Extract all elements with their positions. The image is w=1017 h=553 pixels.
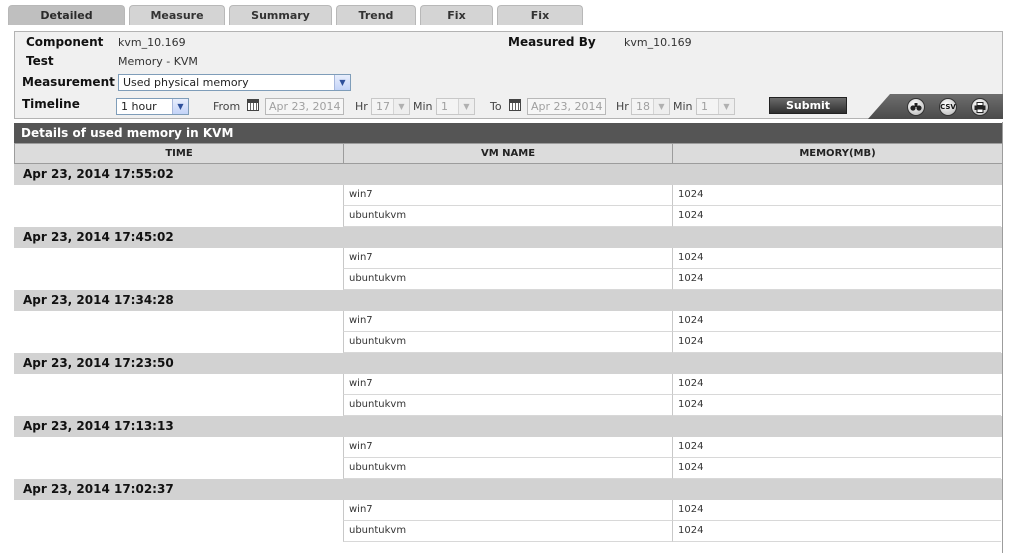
vm-name-cell: win7 bbox=[343, 248, 672, 269]
to-hr-select[interactable]: 18 ▼ bbox=[631, 98, 670, 115]
binoculars-icon[interactable] bbox=[907, 98, 925, 116]
memory-cell: 1024 bbox=[672, 206, 1001, 227]
chevron-down-icon: ▼ bbox=[172, 99, 188, 114]
vm-name-cell: win7 bbox=[343, 374, 672, 395]
tab-summary-graph[interactable]: Summary Graph bbox=[229, 5, 332, 42]
tab-trend-graph[interactable]: Trend Graph bbox=[336, 5, 416, 42]
table-row: ubuntukvm 1024 bbox=[14, 332, 1003, 353]
vm-name-cell: win7 bbox=[343, 185, 672, 206]
to-date-input[interactable]: Apr 23, 2014 bbox=[527, 98, 606, 115]
from-hr-label: Hr bbox=[355, 100, 368, 113]
memory-cell: 1024 bbox=[672, 521, 1001, 542]
from-min-select[interactable]: 1 ▼ bbox=[436, 98, 475, 115]
column-header-memory: MEMORY(MB) bbox=[672, 143, 1003, 164]
tab-fix-feedback[interactable]: Fix Feedback bbox=[497, 5, 583, 42]
table-row: win7 1024 bbox=[14, 185, 1003, 206]
vm-name-cell: ubuntukvm bbox=[343, 332, 672, 353]
test-value: Memory - KVM bbox=[118, 55, 198, 68]
from-hr-value: 17 bbox=[376, 100, 390, 113]
measured-by-label: Measured By bbox=[508, 35, 596, 49]
tab-measure-graph[interactable]: Measure Graph bbox=[129, 5, 225, 42]
vm-name-cell: ubuntukvm bbox=[343, 206, 672, 227]
memory-cell: 1024 bbox=[672, 311, 1001, 332]
table-right-border bbox=[1002, 122, 1003, 553]
tab-detailed-diagnosis[interactable]: Detailed Diagnosis bbox=[8, 5, 125, 42]
from-date-input[interactable]: Apr 23, 2014 bbox=[265, 98, 344, 115]
table-row: win7 1024 bbox=[14, 500, 1003, 521]
memory-cell: 1024 bbox=[672, 269, 1001, 290]
vm-name-cell: win7 bbox=[343, 500, 672, 521]
memory-cell: 1024 bbox=[672, 395, 1001, 416]
memory-cell: 1024 bbox=[672, 185, 1001, 206]
vm-name-cell: ubuntukvm bbox=[343, 395, 672, 416]
time-group-header: Apr 23, 2014 17:34:28 bbox=[14, 290, 1003, 311]
table-row: ubuntukvm 1024 bbox=[14, 206, 1003, 227]
measurement-label: Measurement bbox=[22, 75, 115, 89]
calendar-icon[interactable] bbox=[509, 99, 521, 111]
vm-name-cell: win7 bbox=[343, 437, 672, 458]
tab-fix-history[interactable]: Fix History bbox=[420, 5, 493, 42]
vm-name-cell: win7 bbox=[343, 311, 672, 332]
table-row: ubuntukvm 1024 bbox=[14, 458, 1003, 479]
time-group-header: Apr 23, 2014 17:23:50 bbox=[14, 353, 1003, 374]
from-label: From bbox=[213, 100, 241, 113]
measured-by-value: kvm_10.169 bbox=[624, 36, 692, 49]
csv-icon[interactable]: CSV bbox=[939, 98, 957, 116]
chevron-down-icon: ▼ bbox=[334, 75, 350, 90]
time-group-header: Apr 23, 2014 17:02:37 bbox=[14, 479, 1003, 500]
table-row: win7 1024 bbox=[14, 311, 1003, 332]
timeline-select[interactable]: 1 hour ▼ bbox=[116, 98, 189, 115]
export-toolbar: CSV bbox=[868, 94, 1003, 119]
test-label: Test bbox=[26, 54, 54, 68]
component-label: Component bbox=[26, 35, 104, 49]
from-hr-select[interactable]: 17 ▼ bbox=[371, 98, 410, 115]
memory-cell: 1024 bbox=[672, 437, 1001, 458]
chevron-down-icon: ▼ bbox=[718, 99, 734, 114]
table-row: win7 1024 bbox=[14, 374, 1003, 395]
to-hr-value: 18 bbox=[636, 100, 650, 113]
measurement-select-value: Used physical memory bbox=[123, 76, 249, 89]
time-group-header: Apr 23, 2014 17:13:13 bbox=[14, 416, 1003, 437]
chevron-down-icon: ▼ bbox=[458, 99, 474, 114]
timeline-select-value: 1 hour bbox=[121, 100, 157, 113]
to-label: To bbox=[490, 100, 502, 113]
time-group-header: Apr 23, 2014 17:55:02 bbox=[14, 164, 1003, 185]
column-header-vm-name: VM NAME bbox=[343, 143, 673, 164]
table-row: ubuntukvm 1024 bbox=[14, 395, 1003, 416]
vm-name-cell: ubuntukvm bbox=[343, 521, 672, 542]
tab-bar: Detailed Diagnosis Measure Graph Summary… bbox=[0, 0, 1017, 42]
to-min-select[interactable]: 1 ▼ bbox=[696, 98, 735, 115]
results-title: Details of used memory in KVM bbox=[14, 123, 1003, 143]
from-min-label: Min bbox=[413, 100, 433, 113]
calendar-icon[interactable] bbox=[247, 99, 259, 111]
table-header: TIME VM NAME MEMORY(MB) bbox=[14, 143, 1003, 164]
memory-cell: 1024 bbox=[672, 458, 1001, 479]
chevron-down-icon: ▼ bbox=[653, 99, 669, 114]
to-min-value: 1 bbox=[701, 100, 708, 113]
to-hr-label: Hr bbox=[616, 100, 629, 113]
table-row: ubuntukvm 1024 bbox=[14, 521, 1003, 542]
memory-cell: 1024 bbox=[672, 248, 1001, 269]
printer-icon[interactable] bbox=[971, 98, 989, 116]
memory-cell: 1024 bbox=[672, 500, 1001, 521]
memory-cell: 1024 bbox=[672, 332, 1001, 353]
time-group-header: Apr 23, 2014 17:45:02 bbox=[14, 227, 1003, 248]
table-row: ubuntukvm 1024 bbox=[14, 269, 1003, 290]
timeline-label: Timeline bbox=[22, 97, 80, 111]
measurement-select[interactable]: Used physical memory ▼ bbox=[118, 74, 351, 91]
chevron-down-icon: ▼ bbox=[393, 99, 409, 114]
vm-name-cell: ubuntukvm bbox=[343, 269, 672, 290]
submit-button[interactable]: Submit bbox=[769, 97, 847, 114]
table-row: win7 1024 bbox=[14, 437, 1003, 458]
component-value: kvm_10.169 bbox=[118, 36, 186, 49]
to-min-label: Min bbox=[673, 100, 693, 113]
from-min-value: 1 bbox=[441, 100, 448, 113]
criteria-panel: Component kvm_10.169 Measured By kvm_10.… bbox=[14, 31, 1003, 119]
memory-cell: 1024 bbox=[672, 374, 1001, 395]
vm-name-cell: ubuntukvm bbox=[343, 458, 672, 479]
table-row: win7 1024 bbox=[14, 248, 1003, 269]
results-table-body: Apr 23, 2014 17:55:02 win7 1024 ubuntukv… bbox=[14, 164, 1003, 553]
column-header-time: TIME bbox=[14, 143, 344, 164]
